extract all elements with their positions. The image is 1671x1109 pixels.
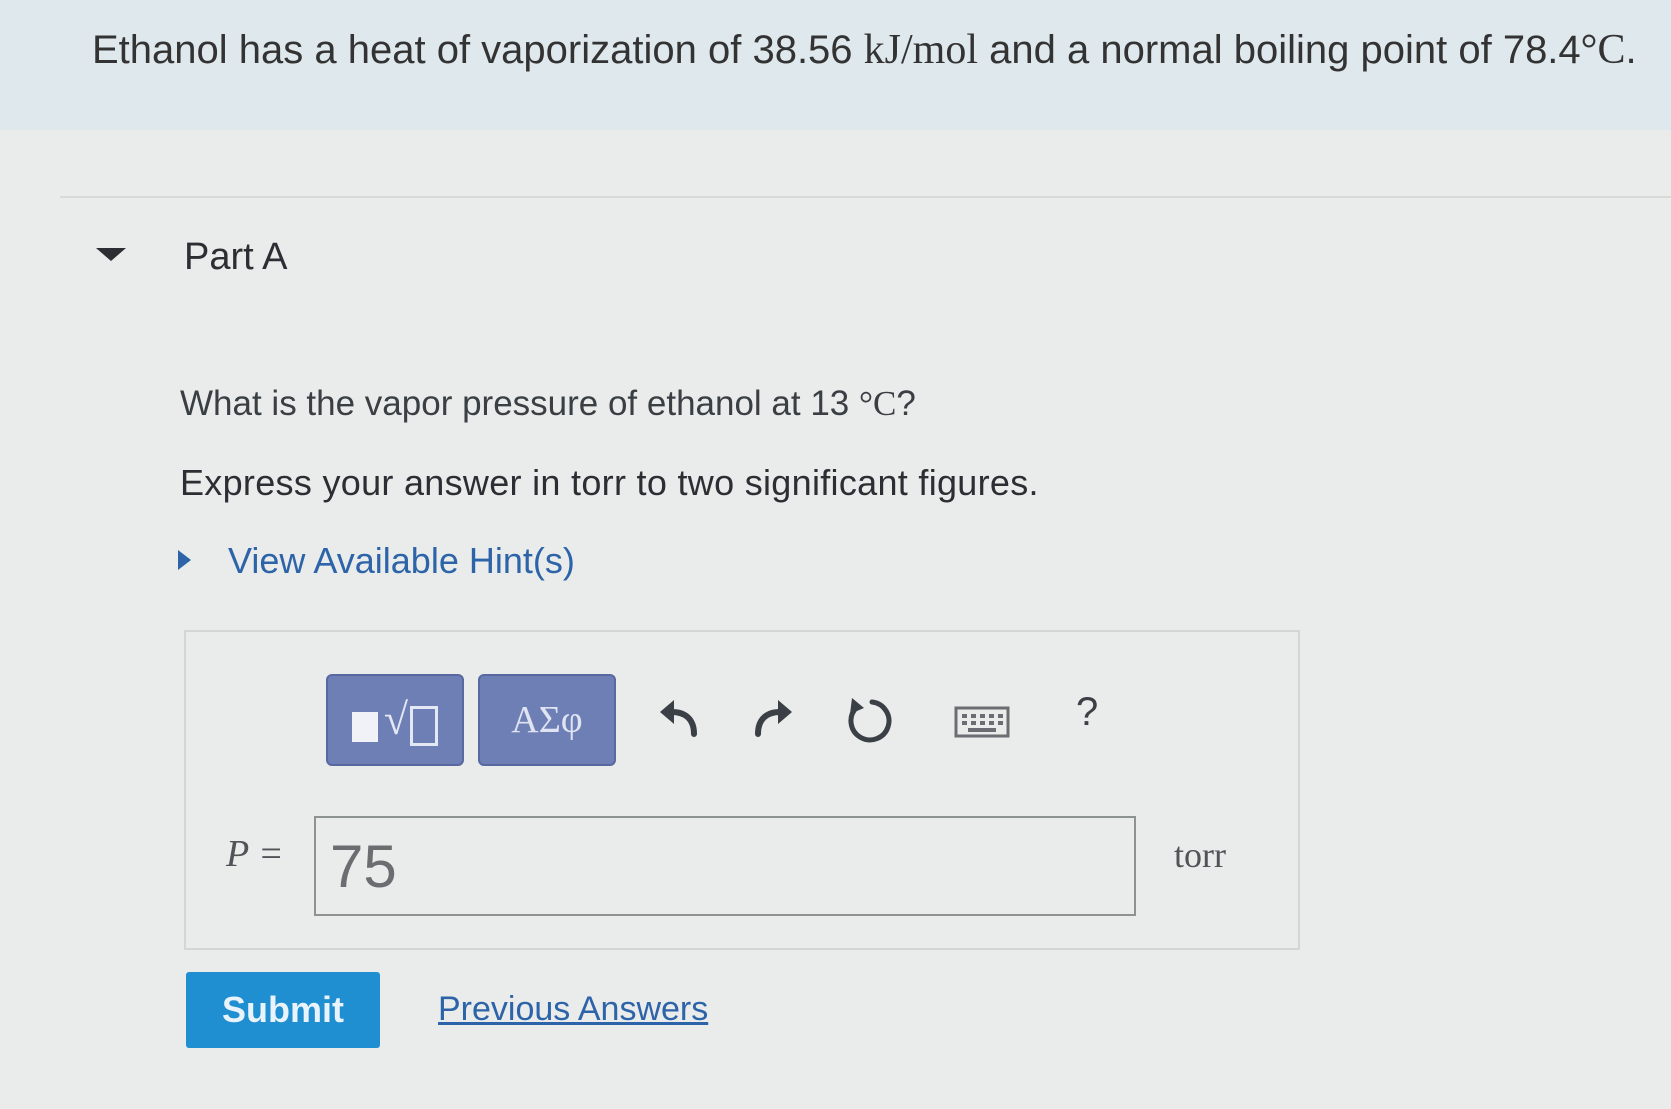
problem-banner: Ethanol has a heat of vaporization of 38… — [0, 0, 1671, 130]
templates-button[interactable]: √ — [326, 674, 464, 766]
reset-icon[interactable] — [842, 694, 894, 746]
problem-unit-heat: kJ/mol — [863, 27, 979, 73]
submit-button[interactable]: Submit — [186, 972, 380, 1048]
problem-text-end: . — [1625, 28, 1637, 72]
problem-unit-temp: °C — [1580, 27, 1626, 73]
previous-answers-link[interactable]: Previous Answers — [438, 990, 708, 1029]
view-hints-link[interactable]: View Available Hint(s) — [228, 540, 575, 582]
problem-statement: Ethanol has a heat of vaporization of 38… — [92, 26, 1652, 74]
keyboard-icon[interactable] — [954, 706, 1010, 738]
help-icon[interactable]: ? — [1076, 690, 1098, 735]
answer-input[interactable] — [314, 816, 1136, 916]
question-text: What is the vapor pressure of ethanol at… — [180, 384, 916, 424]
answer-instruction: Express your answer in torr to two signi… — [180, 462, 1039, 503]
variable-label: P = — [226, 833, 284, 875]
undo-icon[interactable] — [654, 694, 706, 746]
unit-label: torr — [1174, 835, 1226, 875]
symbols-button[interactable]: ΑΣφ — [478, 674, 616, 766]
part-title: Part A — [184, 236, 288, 278]
collapse-triangle-icon[interactable] — [96, 248, 126, 261]
expand-arrow-icon — [178, 550, 191, 570]
section-divider — [60, 196, 1671, 198]
answer-panel: √ ΑΣφ ? P = torr — [184, 630, 1300, 950]
question-unit: °C — [859, 384, 897, 423]
templates-icon — [351, 712, 378, 742]
root-box-icon — [410, 706, 439, 746]
problem-text-middle: and a normal boiling point of 78.4 — [978, 28, 1581, 72]
question-prefix: What is the vapor pressure of ethanol at… — [180, 384, 859, 423]
root-icon: √ — [383, 695, 409, 744]
redo-icon[interactable] — [746, 694, 798, 746]
question-suffix: ? — [896, 384, 916, 423]
problem-text-start: Ethanol has a heat of vaporization of 38… — [92, 28, 864, 72]
